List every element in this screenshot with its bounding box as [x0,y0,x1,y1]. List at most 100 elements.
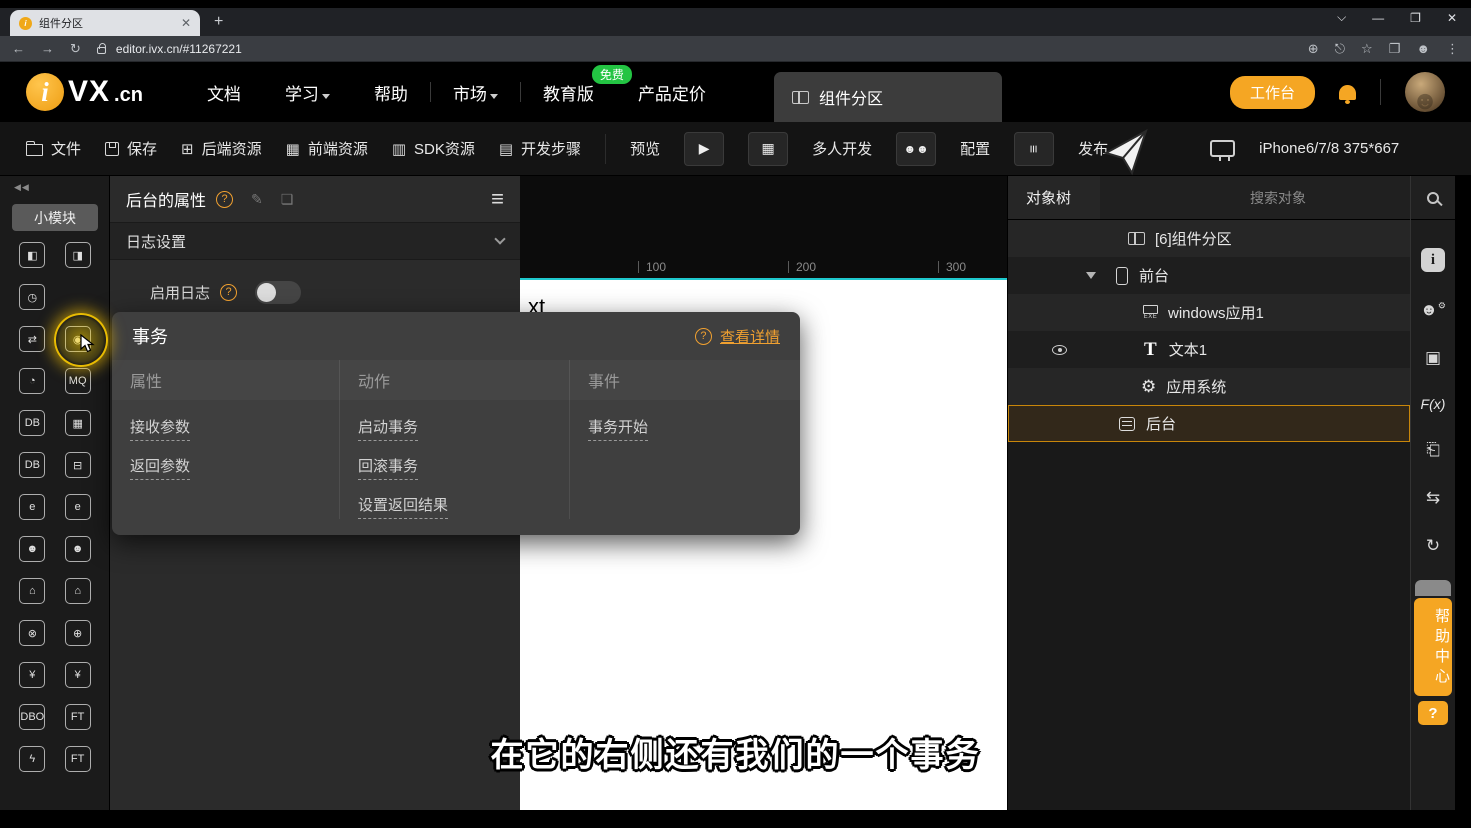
config-button[interactable]: ≡ [1014,131,1055,166]
url-text[interactable]: editor.ivx.cn/#11267221 [116,42,1292,56]
module-icon[interactable]: ◔ [19,368,46,394]
bookmark-icon[interactable]: ☆ [1361,41,1373,57]
browser-menu-icon[interactable]: ⋮ [1446,41,1459,57]
module-icon[interactable]: e [19,494,46,520]
info-button[interactable]: i [1421,248,1445,272]
prop-receive-params[interactable]: 接收参数 [130,416,191,441]
nav-item-pricing[interactable]: 产品定价 [616,80,728,105]
module-icon[interactable]: e [64,494,91,520]
module-icon[interactable]: ◷ [19,284,46,310]
formula-button[interactable]: F(x) [1421,396,1446,412]
downloads-icon[interactable]: ❐ [1389,41,1401,57]
module-icon[interactable]: ⌂ [19,578,46,604]
back-icon[interactable]: ← [12,41,25,56]
swap-panel-button[interactable]: ⇆ [1426,488,1440,508]
reload-icon[interactable]: ↻ [70,41,81,57]
window-minimize-icon[interactable]: — [1372,11,1384,25]
zoom-icon[interactable]: ⊕ [1308,41,1319,57]
module-icon[interactable]: ☻ [64,536,91,562]
multi-dev-button[interactable]: ☻☻ [896,131,937,166]
exit-button[interactable]: ⎗ [1426,440,1440,460]
publish-plane-icon[interactable] [1102,127,1150,179]
module-icon[interactable]: FT [64,704,91,730]
action-set-return-result[interactable]: 设置返回结果 [358,494,449,519]
action-start-transaction[interactable]: 启动事务 [358,416,419,441]
forward-icon[interactable]: → [41,41,54,56]
module-icon[interactable]: ⊗ [19,620,46,646]
module-icon[interactable]: ☻ [19,536,46,562]
collapse-sidebar-icon[interactable]: ◀◀ [14,182,30,193]
enable-log-toggle[interactable] [255,280,302,304]
window-maximize-icon[interactable]: ❐ [1410,11,1421,25]
preview-play-button[interactable]: ▶ [684,131,725,166]
browser-tab[interactable]: i 组件分区 ✕ [10,10,200,36]
module-icon[interactable]: ⊕ [64,620,91,646]
new-tab-button[interactable]: + [214,13,223,31]
view-details-link[interactable]: 查看详情 [720,326,780,347]
nav-item-help[interactable]: 帮助 [352,80,430,105]
module-icon[interactable]: ◨ [64,242,91,268]
copy-icon[interactable]: ❏ [281,191,294,208]
log-settings-section[interactable]: 日志设置 [110,222,520,260]
tree-item-frontend[interactable]: 前台 [1008,257,1410,294]
module-icon[interactable]: ⇄ [19,326,46,352]
notification-bell-icon[interactable] [1339,84,1356,104]
feedback-button[interactable]: ☻⚙ [1420,300,1446,320]
tree-item-backend[interactable]: 后台 [1008,405,1410,442]
device-selector[interactable]: iPhone6/7/8 375*667 [1259,140,1399,157]
module-icon[interactable]: ⊟ [64,452,91,478]
event-transaction-start[interactable]: 事务开始 [588,416,649,441]
visibility-eye-icon[interactable] [1052,344,1067,355]
backend-resources-button[interactable]: ⊞ 后端资源 [181,138,262,159]
profile-icon[interactable]: ☻ [1416,41,1430,56]
edit-icon[interactable]: ✎ [251,191,263,208]
tree-item-app-system[interactable]: ⚙ 应用系统 [1008,368,1410,405]
share-icon[interactable]: ⎋ [1335,41,1345,57]
small-module-button[interactable]: 小模块 [12,204,98,231]
module-icon[interactable]: ¥ [19,662,46,688]
qr-preview-button[interactable]: ▦ [748,131,789,166]
search-input[interactable] [1100,176,1410,219]
tab-close-icon[interactable]: ✕ [181,16,191,30]
window-menu-icon[interactable]: ⌵ [1337,10,1346,25]
ivx-logo[interactable]: i VX .cn [26,73,143,111]
dev-steps-button[interactable]: ▤ 开发步骤 [499,138,581,159]
frontend-resources-button[interactable]: ▦ 前端资源 [286,138,368,159]
user-avatar[interactable] [1405,72,1445,112]
nav-item-education[interactable]: 教育版 免费 [521,64,632,105]
expand-caret-icon[interactable] [1086,272,1096,279]
help-question-icon[interactable]: ? [694,327,712,345]
file-menu-button[interactable]: 文件 [26,138,81,159]
save-button[interactable]: 保存 [105,138,157,159]
help-question-icon[interactable]: ? [216,190,234,208]
module-icon[interactable]: MQ [64,368,91,394]
nav-item-docs[interactable]: 文档 [185,80,263,105]
sdk-resources-button[interactable]: ▥ SDK资源 [392,138,475,159]
tree-item-windows-app[interactable]: EXE windows应用1 [1008,294,1410,331]
search-button[interactable] [1411,176,1455,220]
active-project-tab[interactable]: 组件分区 [773,72,1002,122]
workbench-button[interactable]: 工作台 [1229,75,1315,109]
action-rollback-transaction[interactable]: 回滚事务 [358,455,419,480]
module-icon[interactable]: DB [19,452,46,478]
help-question-icon[interactable]: ? [220,283,238,301]
prop-return-params[interactable]: 返回参数 [130,455,191,480]
help-question-button[interactable]: ? [1418,701,1448,725]
module-icon[interactable]: ▦ [64,410,91,436]
nav-item-learn[interactable]: 学习 [263,80,352,105]
nav-item-market[interactable]: 市场 [431,80,520,105]
module-icon[interactable]: ⌂ [64,578,91,604]
collapsed-button[interactable] [1415,580,1451,596]
help-center-button[interactable]: 帮助中心 [1414,598,1452,696]
notes-button[interactable]: ▣ [1425,348,1441,368]
window-close-icon[interactable]: ✕ [1447,11,1457,25]
module-icon[interactable]: DBO [19,704,46,730]
module-icon[interactable]: ◧ [19,242,46,268]
panel-menu-icon[interactable]: ≡ [491,186,504,212]
tree-item-text[interactable]: T 文本1 [1008,331,1410,368]
tree-item-partition[interactable]: [6]组件分区 [1008,220,1410,257]
history-button[interactable]: ↻ [1426,536,1440,556]
module-icon[interactable]: DB [19,410,46,436]
module-icon[interactable]: ¥ [64,662,91,688]
device-monitor-icon[interactable] [1210,140,1236,161]
